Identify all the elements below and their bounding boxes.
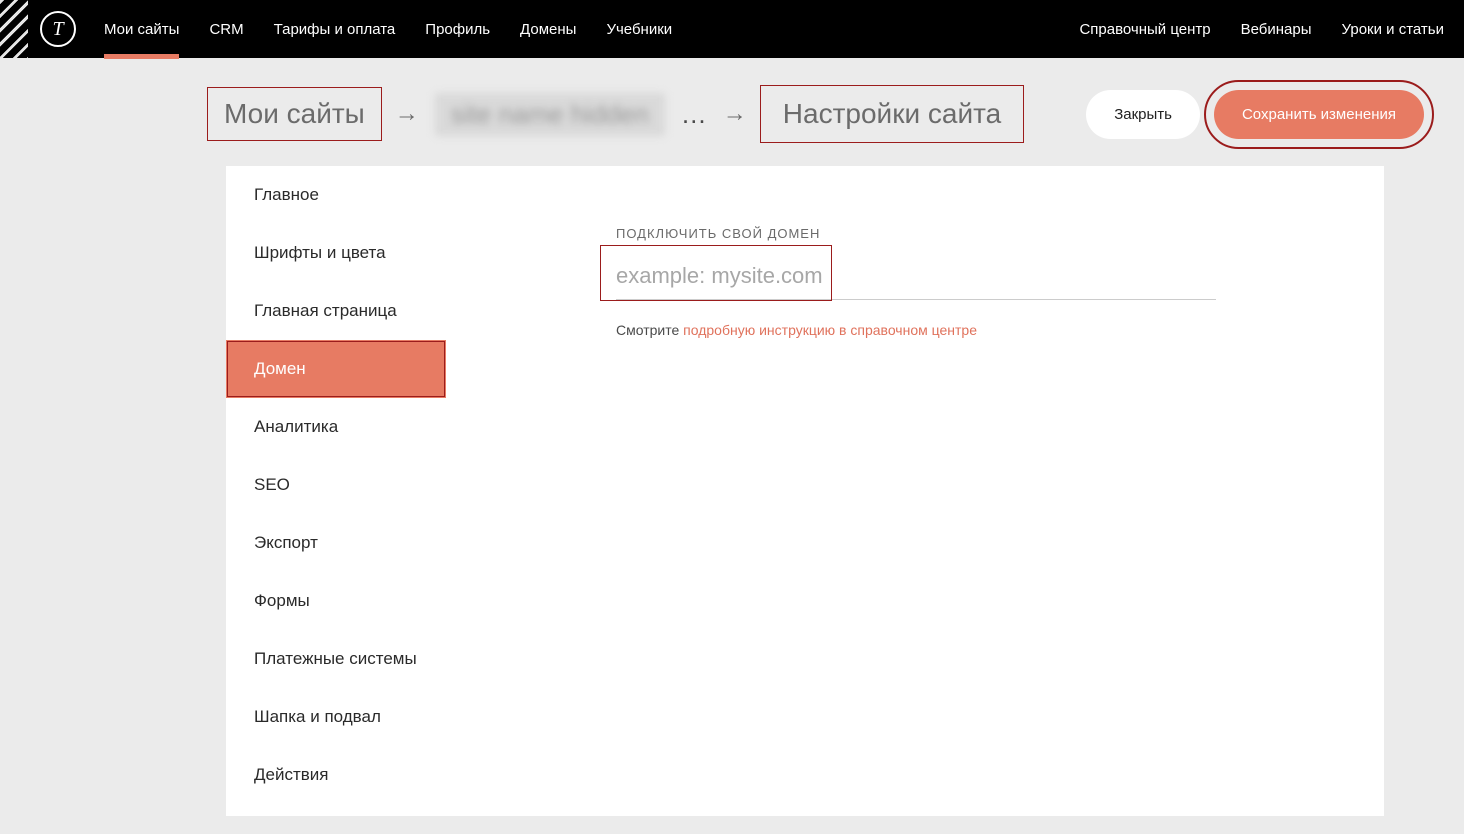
help-prefix: Смотрите bbox=[616, 322, 683, 338]
breadcrumb-row: Мои сайты → site name hidden … → Настрой… bbox=[0, 58, 1464, 166]
secondary-nav: Справочный центр Вебинары Уроки и статьи bbox=[1079, 3, 1444, 56]
nav-articles[interactable]: Уроки и статьи bbox=[1342, 3, 1444, 56]
domain-input-wrap bbox=[616, 257, 1216, 300]
logo-icon[interactable]: T bbox=[40, 11, 76, 47]
nav-help-center[interactable]: Справочный центр bbox=[1079, 3, 1210, 56]
sidebar-item-domain[interactable]: Домен bbox=[226, 340, 446, 398]
nav-tutorials[interactable]: Учебники bbox=[606, 3, 672, 56]
nav-my-sites[interactable]: Мои сайты bbox=[104, 3, 179, 56]
nav-webinars[interactable]: Вебинары bbox=[1241, 3, 1312, 56]
sidebar-item-main[interactable]: Главное bbox=[226, 166, 446, 224]
page-actions: Закрыть Сохранить изменения bbox=[1086, 90, 1424, 139]
arrow-icon: → bbox=[395, 100, 419, 128]
domain-field-label: ПОДКЛЮЧИТЬ СВОЙ ДОМЕН bbox=[616, 226, 1324, 241]
breadcrumb-site-name[interactable]: site name hidden bbox=[435, 93, 665, 136]
sidebar-item-seo[interactable]: SEO bbox=[226, 456, 446, 514]
primary-nav: Мои сайты CRM Тарифы и оплата Профиль До… bbox=[104, 3, 672, 56]
sidebar-item-analytics[interactable]: Аналитика bbox=[226, 398, 446, 456]
nav-domains[interactable]: Домены bbox=[520, 3, 576, 56]
nav-profile[interactable]: Профиль bbox=[425, 3, 490, 56]
decorative-pattern bbox=[0, 0, 28, 58]
sidebar-item-fonts[interactable]: Шрифты и цвета bbox=[226, 224, 446, 282]
domain-input[interactable] bbox=[616, 257, 1216, 300]
sidebar-item-header-footer[interactable]: Шапка и подвал bbox=[226, 688, 446, 746]
arrow-icon: → bbox=[723, 100, 747, 128]
nav-plans[interactable]: Тарифы и оплата bbox=[274, 3, 396, 56]
breadcrumb-ellipsis: … bbox=[681, 99, 707, 130]
close-button[interactable]: Закрыть bbox=[1086, 90, 1200, 139]
settings-content: ПОДКЛЮЧИТЬ СВОЙ ДОМЕН Смотрите подробную… bbox=[446, 166, 1384, 816]
sidebar-item-export[interactable]: Экспорт bbox=[226, 514, 446, 572]
sidebar-item-homepage[interactable]: Главная страница bbox=[226, 282, 446, 340]
help-link[interactable]: подробную инструкцию в справочном центре bbox=[683, 322, 977, 338]
sidebar-item-actions[interactable]: Действия bbox=[226, 746, 446, 804]
sidebar-item-forms[interactable]: Формы bbox=[226, 572, 446, 630]
breadcrumb-current: Настройки сайта bbox=[763, 88, 1021, 140]
breadcrumb-root[interactable]: Мои сайты bbox=[210, 90, 379, 138]
settings-panel: Главное Шрифты и цвета Главная страница … bbox=[226, 166, 1384, 816]
logo-area: T bbox=[0, 0, 90, 58]
settings-sidebar: Главное Шрифты и цвета Главная страница … bbox=[226, 166, 446, 816]
nav-crm[interactable]: CRM bbox=[209, 3, 243, 56]
top-bar: T Мои сайты CRM Тарифы и оплата Профиль … bbox=[0, 0, 1464, 58]
sidebar-item-payments[interactable]: Платежные системы bbox=[226, 630, 446, 688]
save-button[interactable]: Сохранить изменения bbox=[1214, 90, 1424, 139]
domain-help-text: Смотрите подробную инструкцию в справочн… bbox=[616, 322, 1324, 338]
